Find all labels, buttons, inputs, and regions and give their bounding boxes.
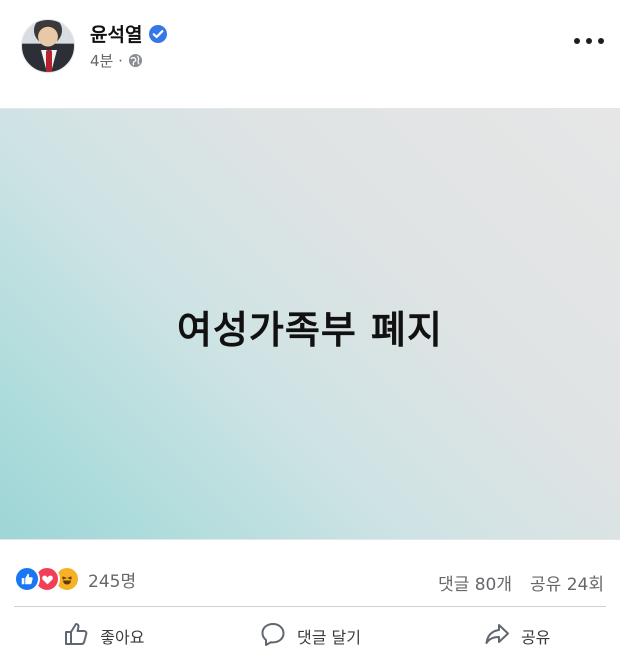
share-button[interactable]: 공유 (413, 608, 620, 664)
speech-bubble-icon (259, 620, 287, 652)
globe-icon (128, 53, 143, 68)
comment-button-label: 댓글 달기 (297, 628, 361, 647)
post-headline: 여성가족부 폐지 (177, 308, 443, 352)
verified-badge-icon (148, 24, 168, 44)
avatar[interactable] (21, 19, 75, 73)
share-button-label: 공유 (520, 628, 551, 647)
post-time[interactable]: 4분 · (90, 50, 123, 71)
comment-count[interactable]: 댓글 80개 (438, 570, 512, 595)
more-options-icon[interactable] (574, 34, 604, 48)
post-image[interactable]: 여성가족부 폐지 (0, 108, 620, 540)
share-count[interactable]: 공유 24회 (530, 570, 604, 595)
like-reaction-icon (14, 566, 40, 592)
post-header: 윤석열 4분 · (0, 0, 620, 108)
thumbs-up-icon (62, 620, 90, 652)
post-actions: 좋아요 댓글 달기 공유 (0, 608, 620, 664)
like-button-label: 좋아요 (100, 628, 145, 647)
reaction-count: 245명 (88, 571, 137, 592)
comment-button[interactable]: 댓글 달기 (207, 608, 414, 664)
like-button[interactable]: 좋아요 (0, 608, 207, 664)
post-meta: 4분 · (90, 50, 143, 71)
share-arrow-icon (483, 620, 511, 652)
divider (14, 606, 606, 607)
author-name[interactable]: 윤석열 (90, 20, 142, 47)
engagement-counts: 댓글 80개 공유 24회 (438, 570, 604, 595)
author-row: 윤석열 (90, 20, 168, 47)
post-stats: 245명 댓글 80개 공유 24회 (0, 552, 620, 600)
reactions-summary[interactable]: 245명 (14, 566, 136, 592)
